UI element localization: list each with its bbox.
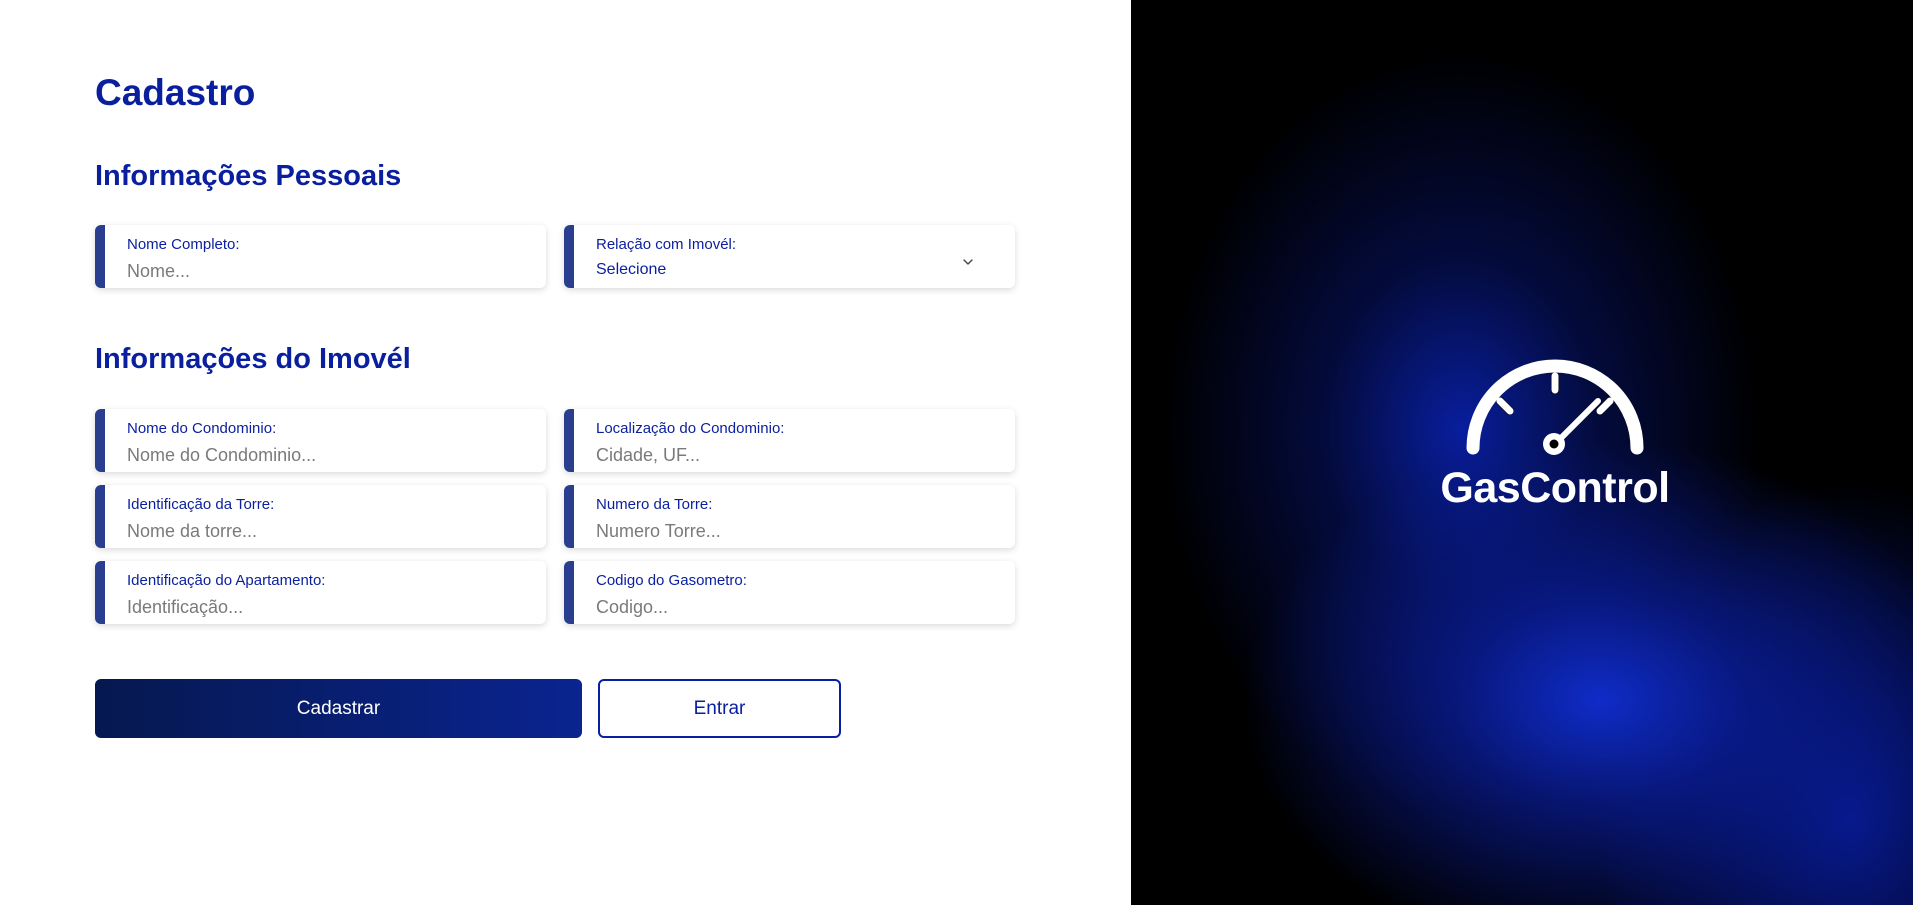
tower-id-label: Identificação da Torre:: [127, 496, 275, 513]
register-button[interactable]: Cadastrar: [95, 679, 582, 738]
gas-meter-code-label: Codigo do Gasometro:: [596, 572, 747, 589]
condo-location-field[interactable]: Localização do Condominio:: [564, 409, 1015, 472]
chevron-down-icon[interactable]: [961, 255, 975, 269]
condo-name-label: Nome do Condominio:: [127, 420, 277, 437]
property-info-heading: Informações do Imovél: [95, 343, 411, 375]
condo-name-field[interactable]: Nome do Condominio:: [95, 409, 546, 472]
relation-label: Relação com Imovél:: [596, 236, 737, 253]
full-name-field[interactable]: Nome Completo:: [95, 225, 546, 288]
personal-info-heading: Informações Pessoais: [95, 160, 402, 192]
gauge-icon: [1466, 359, 1644, 455]
gas-meter-code-input[interactable]: [596, 596, 986, 618]
full-name-input[interactable]: [127, 260, 517, 282]
brand-logo: GasControl: [1426, 354, 1686, 514]
condo-location-label: Localização do Condominio:: [596, 420, 785, 437]
tower-id-input[interactable]: [127, 520, 517, 542]
field-accent-bar: [564, 561, 574, 624]
apartment-id-input[interactable]: [127, 596, 517, 618]
gas-meter-code-field[interactable]: Codigo do Gasometro:: [564, 561, 1015, 624]
tower-id-field[interactable]: Identificação da Torre:: [95, 485, 546, 548]
field-accent-bar: [95, 409, 105, 472]
field-accent-bar: [95, 485, 105, 548]
field-accent-bar: [564, 485, 574, 548]
tower-number-field[interactable]: Numero da Torre:: [564, 485, 1015, 548]
relation-select[interactable]: Relação com Imovél: Selecione: [564, 225, 1015, 288]
brand-panel: GasControl: [1131, 0, 1913, 905]
field-accent-bar: [95, 225, 105, 288]
page-title: Cadastro: [95, 72, 256, 113]
condo-location-input[interactable]: [596, 444, 986, 466]
tower-number-input[interactable]: [596, 520, 986, 542]
apartment-id-field[interactable]: Identificação do Apartamento:: [95, 561, 546, 624]
full-name-label: Nome Completo:: [127, 236, 240, 253]
registration-panel: Cadastro Informações Pessoais Nome Compl…: [0, 0, 1131, 905]
field-accent-bar: [564, 225, 574, 288]
apartment-id-label: Identificação do Apartamento:: [127, 572, 326, 589]
tower-number-label: Numero da Torre:: [596, 496, 713, 513]
brand-name: GasControl: [1440, 464, 1670, 512]
field-accent-bar: [95, 561, 105, 624]
condo-name-input[interactable]: [127, 444, 517, 466]
login-button[interactable]: Entrar: [598, 679, 841, 738]
relation-selected-value[interactable]: Selecione: [596, 261, 666, 279]
field-accent-bar: [564, 409, 574, 472]
